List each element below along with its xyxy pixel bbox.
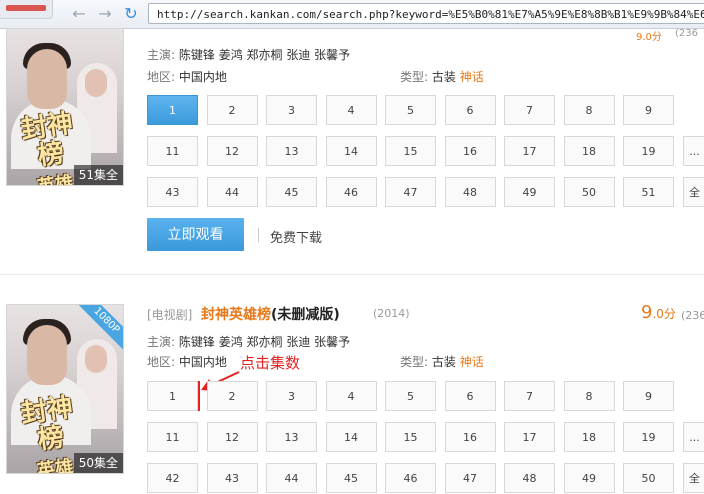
episode-button-50[interactable]: 50	[564, 177, 615, 207]
episode-button-8[interactable]: 8	[564, 381, 615, 411]
genre-2[interactable]: 神话	[460, 70, 484, 84]
episode-more-button[interactable]: ...	[683, 136, 704, 166]
episode-count-badge: 51集全	[74, 165, 123, 185]
browser-tab-fragment[interactable]	[0, 0, 53, 19]
episode-button-12[interactable]: 12	[207, 422, 258, 452]
episode-button-44[interactable]: 44	[266, 463, 317, 493]
episode-button-19[interactable]: 19	[623, 136, 674, 166]
episode-button-9[interactable]: 9	[623, 381, 674, 411]
annotation-label: 点击集数	[240, 352, 300, 373]
show-title-suffix[interactable]: (未删减版)	[271, 307, 340, 323]
episode-button-47[interactable]: 47	[385, 177, 436, 207]
episode-all-button[interactable]: 全	[683, 463, 704, 493]
poster-card2[interactable]: 封神榜英雄 1080P 50集全	[6, 304, 124, 474]
episode-button-14[interactable]: 14	[326, 136, 377, 166]
actors-row: 主演: 陈键锋 姜鸿 郑亦桐 张迪 张馨予	[147, 46, 350, 63]
episode-button-7[interactable]: 7	[504, 95, 555, 125]
genre-1[interactable]: 古装	[432, 355, 456, 369]
region-value: 中国内地	[179, 70, 227, 84]
show-title-main[interactable]: 封神英雄榜	[201, 307, 271, 323]
episode-button-44[interactable]: 44	[207, 177, 258, 207]
episode-button-8[interactable]: 8	[564, 95, 615, 125]
actors-row: 主演: 陈键锋 姜鸿 郑亦桐 张迪 张馨予	[147, 333, 350, 350]
score: 9.0分	[641, 302, 676, 323]
back-arrow-icon[interactable]: ←	[70, 5, 88, 23]
episode-button-49[interactable]: 49	[504, 177, 555, 207]
region-value: 中国内地	[179, 355, 227, 369]
episode-button-18[interactable]: 18	[564, 422, 615, 452]
episode-button-1[interactable]: 1	[147, 381, 198, 411]
episode-button-48[interactable]: 48	[504, 463, 555, 493]
show-title[interactable]: 封神英雄榜(未删减版)	[201, 304, 340, 324]
score-fragment: 9.0分	[636, 28, 662, 43]
watch-now-button[interactable]: 立即观看	[147, 218, 244, 251]
episode-button-6[interactable]: 6	[445, 95, 496, 125]
actors-list[interactable]: 陈键锋 姜鸿 郑亦桐 张迪 张馨予	[179, 335, 350, 349]
genre-2[interactable]: 神话	[460, 355, 484, 369]
forward-arrow-icon[interactable]: →	[96, 5, 114, 23]
episode-button-11[interactable]: 11	[147, 136, 198, 166]
episode-button-4[interactable]: 4	[326, 381, 377, 411]
episode-button-7[interactable]: 7	[504, 381, 555, 411]
release-year: (2014)	[373, 307, 410, 320]
episode-button-15[interactable]: 15	[385, 422, 436, 452]
result-divider	[0, 274, 704, 275]
episode-button-5[interactable]: 5	[385, 95, 436, 125]
episode-button-43[interactable]: 43	[147, 177, 198, 207]
episode-all-button[interactable]: 全	[683, 177, 704, 207]
episode-button-12[interactable]: 12	[207, 136, 258, 166]
episode-button-42[interactable]: 42	[147, 463, 198, 493]
episode-button-17[interactable]: 17	[504, 422, 555, 452]
type-tag: [电视剧]	[147, 306, 192, 323]
episode-button-11[interactable]: 11	[147, 422, 198, 452]
free-download-link[interactable]: 免费下载	[270, 227, 322, 246]
genre-row: 类型: 古装 神话	[400, 68, 484, 85]
episode-button-2[interactable]: 2	[207, 381, 258, 411]
episode-button-5[interactable]: 5	[385, 381, 436, 411]
episode-more-button[interactable]: ...	[683, 422, 704, 452]
genre-1[interactable]: 古装	[432, 70, 456, 84]
episode-button-16[interactable]: 16	[445, 422, 496, 452]
episode-button-13[interactable]: 13	[266, 422, 317, 452]
episode-button-3[interactable]: 3	[266, 95, 317, 125]
episode-button-46[interactable]: 46	[385, 463, 436, 493]
episode-button-9[interactable]: 9	[623, 95, 674, 125]
episode-button-2[interactable]: 2	[207, 95, 258, 125]
episode-button-51[interactable]: 51	[623, 177, 674, 207]
episode-button-16[interactable]: 16	[445, 136, 496, 166]
episode-button-49[interactable]: 49	[564, 463, 615, 493]
episode-button-1[interactable]: 1	[147, 95, 198, 125]
episode-button-6[interactable]: 6	[445, 381, 496, 411]
episode-button-45[interactable]: 45	[266, 177, 317, 207]
address-bar[interactable]: http://search.kankan.com/search.php?keyw…	[148, 3, 704, 24]
episode-button-47[interactable]: 47	[445, 463, 496, 493]
genre-row: 类型: 古装 神话	[400, 353, 484, 370]
episode-button-15[interactable]: 15	[385, 136, 436, 166]
episode-button-19[interactable]: 19	[623, 422, 674, 452]
rating-count: (236	[681, 309, 704, 322]
region-row: 地区: 中国内地	[147, 68, 227, 85]
episode-button-4[interactable]: 4	[326, 95, 377, 125]
poster-logo-text: 封神榜英雄	[7, 392, 90, 458]
episode-button-3[interactable]: 3	[266, 381, 317, 411]
episode-button-50[interactable]: 50	[623, 463, 674, 493]
poster-card1[interactable]: 封神榜英雄 51集全	[6, 28, 124, 186]
episode-count-badge: 50集全	[74, 453, 123, 473]
divider-bar	[258, 228, 259, 242]
episode-button-48[interactable]: 48	[445, 177, 496, 207]
rating-count-fragment: (236	[675, 28, 698, 39]
browser-toolbar: ← → ↻ http://search.kankan.com/search.ph…	[0, 0, 704, 29]
episode-button-14[interactable]: 14	[326, 422, 377, 452]
episode-button-45[interactable]: 45	[326, 463, 377, 493]
episode-button-46[interactable]: 46	[326, 177, 377, 207]
episode-button-43[interactable]: 43	[207, 463, 258, 493]
episode-button-18[interactable]: 18	[564, 136, 615, 166]
episode-button-13[interactable]: 13	[266, 136, 317, 166]
refresh-icon[interactable]: ↻	[122, 5, 140, 23]
actors-list[interactable]: 陈键锋 姜鸿 郑亦桐 张迪 张馨予	[179, 48, 350, 62]
episode-button-17[interactable]: 17	[504, 136, 555, 166]
